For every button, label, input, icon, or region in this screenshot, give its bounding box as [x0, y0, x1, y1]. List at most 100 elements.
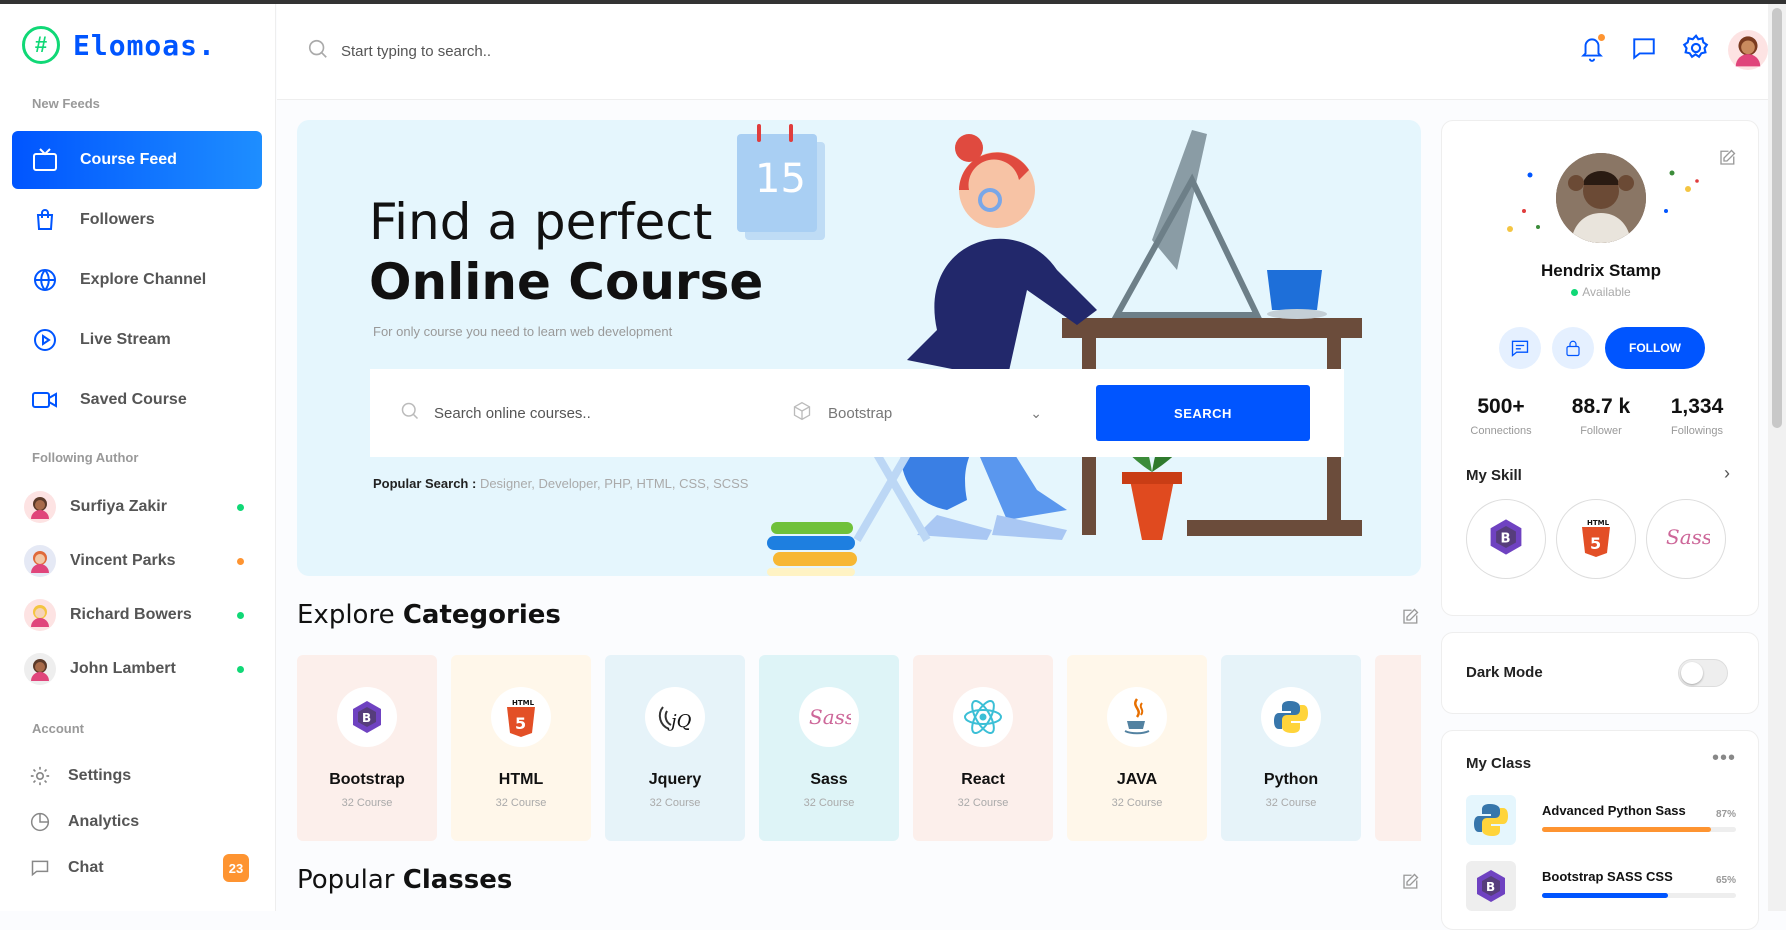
category-card-sass[interactable]: Sass Sass 32 Course — [759, 655, 899, 841]
chevron-down-icon: ⌄ — [1030, 404, 1042, 421]
category-card-java[interactable]: JAVA 32 Course — [1067, 655, 1207, 841]
category-select-value: Bootstrap — [828, 404, 893, 422]
category-name: Python — [1263, 771, 1319, 788]
message-button[interactable] — [1499, 327, 1541, 369]
html5-icon: HTML 5 — [491, 687, 551, 747]
online-status-dot — [237, 503, 244, 511]
category-card-jquery[interactable]: jQ Jquery 32 Course — [605, 655, 745, 841]
svg-text:Sass: Sass — [1666, 525, 1710, 549]
stat-followings: 1,334 Followings — [1652, 395, 1742, 437]
popular-search-terms[interactable]: Designer, Developer, PHP, HTML, CSS, SCS… — [480, 476, 749, 491]
category-select[interactable]: Bootstrap ⌄ — [792, 401, 1082, 425]
edit-icon[interactable] — [1401, 873, 1421, 893]
category-count: 32 Course — [957, 797, 1009, 809]
my-skill-title: My Skill — [1466, 467, 1522, 484]
avatar — [24, 491, 56, 523]
toggle-knob — [1681, 662, 1703, 684]
profile-avatar[interactable] — [1556, 153, 1646, 243]
sidebar-item-chat[interactable]: Chat 23 — [28, 848, 253, 888]
sidebar-item-settings[interactable]: Settings — [28, 756, 253, 796]
sidebar-item-followers[interactable]: Followers — [12, 191, 262, 249]
class-item[interactable]: B Bootstrap SASS CSS 65% — [1466, 861, 1736, 911]
svg-text:jQ: jQ — [667, 711, 692, 732]
skill-html[interactable]: HTML 5 — [1556, 499, 1636, 579]
sidebar-item-label: Explore Channel — [80, 271, 207, 288]
class-progress-bar — [1542, 893, 1736, 898]
edit-icon[interactable] — [1401, 608, 1421, 628]
author-item[interactable]: Vincent Parks — [24, 541, 254, 581]
online-status-dot — [237, 611, 244, 619]
sidebar-item-course-feed[interactable]: Course Feed — [12, 131, 262, 189]
skill-sass[interactable]: Sass — [1646, 499, 1726, 579]
search-icon — [307, 38, 329, 65]
stat-label: Followings — [1671, 425, 1723, 437]
category-count: 32 Course — [341, 797, 393, 809]
category-card-html[interactable]: HTML 5 HTML 32 Course — [451, 655, 591, 841]
course-search-input[interactable] — [434, 404, 774, 422]
author-name: Vincent Parks — [70, 552, 176, 569]
more-options-icon[interactable]: ••• — [1712, 747, 1736, 770]
author-item[interactable]: John Lambert — [24, 649, 254, 689]
page-scrollbar[interactable] — [1768, 4, 1786, 911]
react-icon — [953, 687, 1013, 747]
dark-mode-toggle[interactable] — [1678, 659, 1728, 687]
sidebar-item-analytics[interactable]: Analytics — [28, 802, 253, 842]
avatar — [24, 599, 56, 631]
sidebar-item-saved-course[interactable]: Saved Course — [12, 371, 262, 429]
stat-connections: 500+ Connections — [1456, 395, 1546, 437]
header-search-input[interactable] — [341, 43, 661, 60]
message-icon — [1631, 35, 1657, 66]
sidebar-item-label: Followers — [80, 211, 155, 228]
course-search-field[interactable] — [400, 401, 800, 426]
settings-button[interactable] — [1670, 28, 1722, 72]
sass-icon: Sass — [799, 687, 859, 747]
author-item[interactable]: Richard Bowers — [24, 595, 254, 635]
class-percent: 65% — [1715, 875, 1736, 886]
search-icon — [400, 401, 420, 426]
lock-button[interactable] — [1552, 327, 1594, 369]
category-card-python[interactable]: Python 32 Course — [1221, 655, 1361, 841]
account-item-label: Chat — [68, 859, 104, 876]
category-card-react[interactable]: React 32 Course — [913, 655, 1053, 841]
notification-dot — [1598, 34, 1605, 41]
profile-name: Hendrix Stamp — [1541, 261, 1661, 280]
sidebar-item-live-stream[interactable]: Live Stream — [12, 311, 262, 369]
tv-icon — [30, 145, 60, 175]
top-header — [277, 4, 1786, 100]
author-item[interactable]: Surfiya Zakir — [24, 487, 254, 527]
category-card-bootstrap[interactable]: B Bootstrap 32 Course — [297, 655, 437, 841]
title-light: Explore — [297, 600, 403, 630]
progress-fill — [1542, 893, 1669, 898]
stat-follower: 88.7 k Follower — [1556, 395, 1646, 437]
follow-button[interactable]: FOLLOW — [1605, 327, 1705, 369]
skill-bootstrap[interactable]: B — [1466, 499, 1546, 579]
category-count: 32 Course — [1111, 797, 1163, 809]
class-item[interactable]: Advanced Python Sass 87% — [1466, 795, 1736, 845]
box-icon — [792, 401, 812, 425]
globe-icon — [30, 265, 60, 295]
notifications-button[interactable] — [1566, 28, 1618, 72]
stat-label: Follower — [1580, 425, 1622, 437]
class-progress-bar — [1542, 827, 1736, 832]
sidebar-item-explore-channel[interactable]: Explore Channel — [12, 251, 262, 309]
edit-icon[interactable] — [1718, 149, 1736, 172]
user-avatar[interactable] — [1728, 30, 1768, 70]
scrollbar-thumb[interactable] — [1772, 8, 1782, 428]
author-name: Surfiya Zakir — [70, 498, 167, 515]
section-label-account: Account — [32, 721, 84, 736]
svg-text:B: B — [1486, 880, 1495, 894]
chat-count-badge: 23 — [223, 854, 249, 882]
header-search[interactable] — [307, 38, 661, 65]
chevron-right-icon[interactable]: › — [1724, 463, 1730, 484]
category-card-partial[interactable]: M — [1375, 655, 1421, 841]
bootstrap-icon: B — [337, 687, 397, 747]
search-button[interactable]: SEARCH — [1096, 385, 1310, 441]
stat-value: 1,334 — [1670, 395, 1724, 418]
category-count: 32 Course — [1265, 797, 1317, 809]
logo[interactable]: # Elomoas. — [22, 26, 216, 64]
pie-chart-icon — [28, 810, 52, 834]
stat-label: Connections — [1470, 425, 1532, 437]
svg-text:B: B — [1501, 531, 1511, 546]
messages-button[interactable] — [1618, 28, 1670, 72]
sidebar-item-label: Course Feed — [80, 151, 177, 168]
